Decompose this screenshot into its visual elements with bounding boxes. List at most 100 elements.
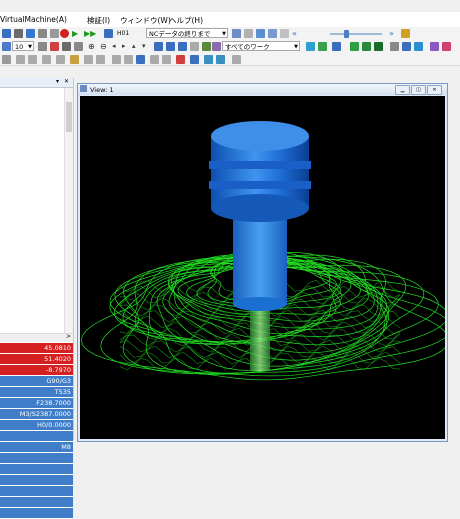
shield-check-icon[interactable] <box>362 42 371 51</box>
view-side-icon[interactable] <box>178 42 187 51</box>
view-title: View: 1 <box>90 86 114 94</box>
pan-icon[interactable] <box>74 42 83 51</box>
print-icon[interactable] <box>14 29 23 38</box>
status-value-row: G90/G3 <box>0 376 73 387</box>
view-window-icon <box>80 85 87 92</box>
chart-icon[interactable] <box>256 29 265 38</box>
menu-help[interactable]: ヘルプ(H) <box>169 15 203 26</box>
menu-bar: VirtualMachine(A) 検証(I) ウィンドウ(W) ヘルプ(H) <box>0 12 460 28</box>
menu-window[interactable]: ウィンドウ(W) <box>120 15 171 26</box>
scale-icon[interactable] <box>56 55 65 64</box>
material-alt-icon[interactable] <box>442 42 451 51</box>
nc-end-combo[interactable]: NCデータの終りまで ▼ <box>146 28 228 38</box>
layout-icon[interactable] <box>2 42 11 51</box>
filter-icon[interactable] <box>402 42 411 51</box>
menu-virtualmachine[interactable]: VirtualMachine(A) <box>0 15 67 24</box>
minimize-button[interactable]: ▁ <box>395 85 410 95</box>
work-combo[interactable]: すべてのワーク ▼ <box>222 41 300 51</box>
toolbar-edit <box>0 53 460 66</box>
cylinder-icon[interactable] <box>124 55 133 64</box>
close-icon[interactable]: ✕ <box>64 78 69 85</box>
help-icon[interactable] <box>26 29 35 38</box>
step-icon[interactable] <box>104 29 113 38</box>
zoom-in-icon[interactable]: ⊕ <box>88 42 97 51</box>
menu-verify[interactable]: 検証(I) <box>87 15 110 26</box>
view-iso-icon[interactable] <box>190 42 199 51</box>
viewport-3d[interactable] <box>80 96 445 439</box>
arrow-right-icon[interactable]: ▸ <box>122 42 131 51</box>
list-icon[interactable] <box>268 29 277 38</box>
filter-color-icon[interactable] <box>414 42 423 51</box>
chevron-right-icon[interactable]: > <box>66 333 71 340</box>
mirror-icon[interactable] <box>42 55 51 64</box>
status-value-row <box>0 475 73 486</box>
status-value-list: 45.0810 51.4020 -8.7970 G90/G3 T535 F238.7000… <box>0 343 73 519</box>
arrow-left-icon[interactable]: ◂ <box>112 42 121 51</box>
shield-dark-icon[interactable] <box>374 42 383 51</box>
save-icon[interactable] <box>2 29 11 38</box>
tool-holder-ring-2 <box>209 181 311 189</box>
measure-icon[interactable] <box>70 55 79 64</box>
path-alt-icon[interactable] <box>216 55 225 64</box>
paste-icon[interactable] <box>162 55 171 64</box>
line-icon[interactable] <box>84 55 93 64</box>
shield-icon[interactable] <box>350 42 359 51</box>
pin-icon[interactable]: ▾ <box>56 78 59 85</box>
marker-red-icon[interactable] <box>176 55 185 64</box>
status-value-row <box>0 453 73 464</box>
left-panel-scrollbar[interactable] <box>64 88 73 333</box>
cut-icon[interactable] <box>38 42 47 51</box>
view-top-icon[interactable] <box>154 42 163 51</box>
axis-icon[interactable] <box>50 42 59 51</box>
arrow-up-icon[interactable]: ▴ <box>132 42 141 51</box>
fit-icon[interactable] <box>62 42 71 51</box>
arrow-down-icon[interactable]: ▾ <box>142 42 151 51</box>
settings-icon[interactable] <box>38 29 47 38</box>
box-icon[interactable] <box>112 55 121 64</box>
fast-forward-icon[interactable]: ▶▶ <box>84 29 96 38</box>
rewind-icon[interactable]: « <box>292 29 301 38</box>
status-value-row: F238.7000 <box>0 398 73 409</box>
funnel-icon[interactable] <box>390 42 399 51</box>
status-value-row: M3/S2387.0000 <box>0 409 73 420</box>
toolbar-simulation: ▶ ▶▶ H01 NCデータの終りまで ▼ « » <box>0 27 460 41</box>
arc-icon[interactable] <box>96 55 105 64</box>
list-view-icon[interactable] <box>332 42 341 51</box>
close-button[interactable]: ✕ <box>427 85 442 95</box>
chevron-down-icon: ▼ <box>294 44 298 50</box>
tool-shank-bottom <box>233 297 287 311</box>
restore-button[interactable]: ◫ <box>411 85 426 95</box>
check-icon[interactable] <box>202 42 211 51</box>
rotate-icon[interactable] <box>28 55 37 64</box>
path-icon[interactable] <box>204 55 213 64</box>
simulation-scene <box>80 121 445 381</box>
left-panel-hscrollbar[interactable]: > <box>0 333 73 342</box>
step-combo[interactable]: 10 ▼ <box>12 41 34 51</box>
calculator-icon[interactable] <box>232 29 241 38</box>
status-value-row: H0/0.0000 <box>0 420 73 431</box>
stop-icon[interactable] <box>60 29 69 38</box>
view-front-icon[interactable] <box>166 42 175 51</box>
scroll-thumb[interactable] <box>66 102 72 132</box>
speed-slider[interactable] <box>330 30 382 38</box>
solid-icon[interactable] <box>318 42 327 51</box>
table-icon[interactable] <box>232 55 241 64</box>
move-icon[interactable] <box>16 55 25 64</box>
brush-icon[interactable] <box>212 42 221 51</box>
chevron-down-icon: ▼ <box>222 31 226 37</box>
edit-icon[interactable] <box>2 55 11 64</box>
forward-icon[interactable]: » <box>389 29 398 38</box>
tool-icon[interactable] <box>50 29 59 38</box>
display-icon[interactable] <box>306 42 315 51</box>
marker-icon[interactable] <box>401 29 410 38</box>
zoom-out-icon[interactable]: ⊖ <box>100 42 109 51</box>
play-icon[interactable]: ▶ <box>72 29 81 38</box>
chevron-down-icon: ▼ <box>28 44 32 50</box>
document-icon[interactable] <box>244 29 253 38</box>
save-view-icon[interactable] <box>136 55 145 64</box>
material-icon[interactable] <box>430 42 439 51</box>
grid-icon[interactable] <box>280 29 289 38</box>
probe-icon[interactable] <box>190 55 199 64</box>
slider-knob[interactable] <box>344 30 349 38</box>
copy-icon[interactable] <box>150 55 159 64</box>
